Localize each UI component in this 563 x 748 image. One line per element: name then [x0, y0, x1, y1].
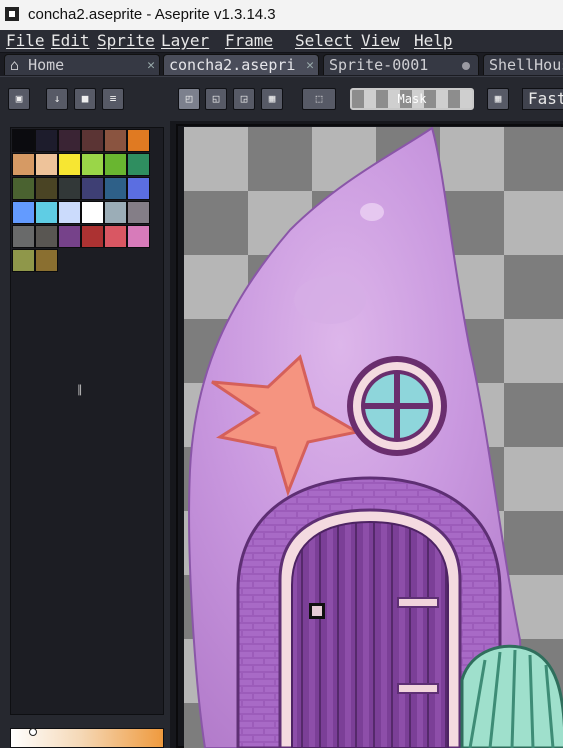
- color-slider-handle[interactable]: [29, 728, 37, 736]
- tab-label: Home: [28, 56, 65, 74]
- tab-shellhouse[interactable]: ShellHous: [483, 54, 563, 75]
- palette-swatch[interactable]: [58, 129, 81, 152]
- palette-swatch[interactable]: [35, 129, 58, 152]
- home-icon: ⌂: [10, 56, 20, 74]
- mask-button[interactable]: Mask: [350, 88, 474, 110]
- palette-swatch[interactable]: [35, 201, 58, 224]
- tab-sprite-0001[interactable]: Sprite-0001: [323, 54, 479, 75]
- shell-house-artwork: [188, 127, 563, 748]
- menu-edit[interactable]: Edit: [51, 30, 90, 52]
- palette-swatch[interactable]: [12, 225, 35, 248]
- shell-shine: [294, 276, 366, 324]
- menu-view[interactable]: View: [361, 30, 400, 52]
- palette-swatch[interactable]: [58, 201, 81, 224]
- close-icon[interactable]: ✕: [147, 55, 155, 75]
- close-icon[interactable]: ✕: [306, 55, 314, 75]
- context-toolbar: ▣ ↓ ■ ≡ ◰ ◱ ◲ ▦ ⬚ Mask ▦ Fast: [0, 76, 563, 121]
- tab-label: Sprite-0001: [329, 56, 429, 74]
- palette-swatch[interactable]: [35, 225, 58, 248]
- palette-swatch[interactable]: [58, 177, 81, 200]
- palette-swatch[interactable]: [35, 153, 58, 176]
- palette-grid: ∥: [10, 127, 164, 715]
- palette-swatch[interactable]: [81, 177, 104, 200]
- modified-dot-icon: [462, 62, 470, 70]
- palette-swatch[interactable]: [81, 225, 104, 248]
- palette-swatch[interactable]: [58, 153, 81, 176]
- tab-label: concha2.asepri: [169, 56, 296, 74]
- arrow-down-icon[interactable]: ↓: [46, 88, 68, 110]
- palette-swatch[interactable]: [127, 201, 150, 224]
- palette-swatch[interactable]: [81, 129, 104, 152]
- door-hinge-bottom: [397, 683, 439, 694]
- palette-swatch[interactable]: [12, 249, 35, 272]
- shell-highlight: [360, 203, 384, 221]
- selection-subtract-icon[interactable]: ◲: [233, 88, 255, 110]
- menu-frame[interactable]: Frame: [225, 30, 273, 52]
- selection-add-icon[interactable]: ◱: [205, 88, 227, 110]
- palette-swatch[interactable]: [104, 177, 127, 200]
- menu-file[interactable]: File: [6, 30, 45, 52]
- palette-swatch[interactable]: [127, 225, 150, 248]
- window-title: concha2.aseprite - Aseprite v1.3.14.3: [28, 6, 276, 23]
- menu-bar: File Edit Sprite Layer Frame Select View…: [0, 30, 563, 53]
- menu-help[interactable]: Help: [414, 30, 453, 52]
- palette-swatch[interactable]: [81, 201, 104, 224]
- sprite-canvas[interactable]: [184, 127, 563, 748]
- selection-intersect-icon[interactable]: ▦: [261, 88, 283, 110]
- palette-swatch[interactable]: [81, 153, 104, 176]
- tab-home[interactable]: ⌂ Home ✕: [4, 54, 160, 75]
- palette-swatch[interactable]: [12, 129, 35, 152]
- palette-swatch[interactable]: [58, 225, 81, 248]
- palette-swatch[interactable]: [12, 201, 35, 224]
- palette-swatch[interactable]: [12, 153, 35, 176]
- color-slider[interactable]: [10, 728, 164, 748]
- door: [291, 520, 449, 748]
- selection-replace-icon[interactable]: ◰: [178, 88, 200, 110]
- palette-swatch[interactable]: [12, 177, 35, 200]
- palette-swatch[interactable]: [127, 129, 150, 152]
- palette-swatch[interactable]: [127, 153, 150, 176]
- window-title-bar: concha2.aseprite - Aseprite v1.3.14.3: [0, 0, 563, 30]
- menu-lines-icon[interactable]: ≡: [102, 88, 124, 110]
- menu-sprite[interactable]: Sprite: [97, 30, 155, 52]
- palette-swatch[interactable]: [104, 201, 127, 224]
- palette-swatch[interactable]: [35, 177, 58, 200]
- palette-swatch[interactable]: [35, 249, 58, 272]
- door-hinge-top: [397, 597, 439, 608]
- document-tab-bar: ⌂ Home ✕ concha2.asepri ✕ Sprite-0001 Sh…: [0, 53, 563, 76]
- tab-label: ShellHous: [489, 56, 563, 74]
- palette-swatch[interactable]: [104, 129, 127, 152]
- menu-layer[interactable]: Layer: [161, 30, 209, 52]
- lock-icon[interactable]: ▣: [8, 88, 30, 110]
- grid-icon[interactable]: ▦: [487, 88, 509, 110]
- palette-resize-icon[interactable]: ∥: [77, 383, 83, 396]
- palette-swatch[interactable]: [127, 177, 150, 200]
- rotation-algorithm-select[interactable]: Fast: [522, 88, 563, 110]
- palette-swatch[interactable]: [104, 153, 127, 176]
- save-icon[interactable]: ■: [74, 88, 96, 110]
- palette-swatch[interactable]: [104, 225, 127, 248]
- menu-select[interactable]: Select: [295, 30, 353, 52]
- tab-concha2[interactable]: concha2.asepri ✕: [163, 54, 319, 75]
- aseprite-app-icon: [5, 7, 19, 21]
- pivot-icon[interactable]: ⬚: [302, 88, 336, 110]
